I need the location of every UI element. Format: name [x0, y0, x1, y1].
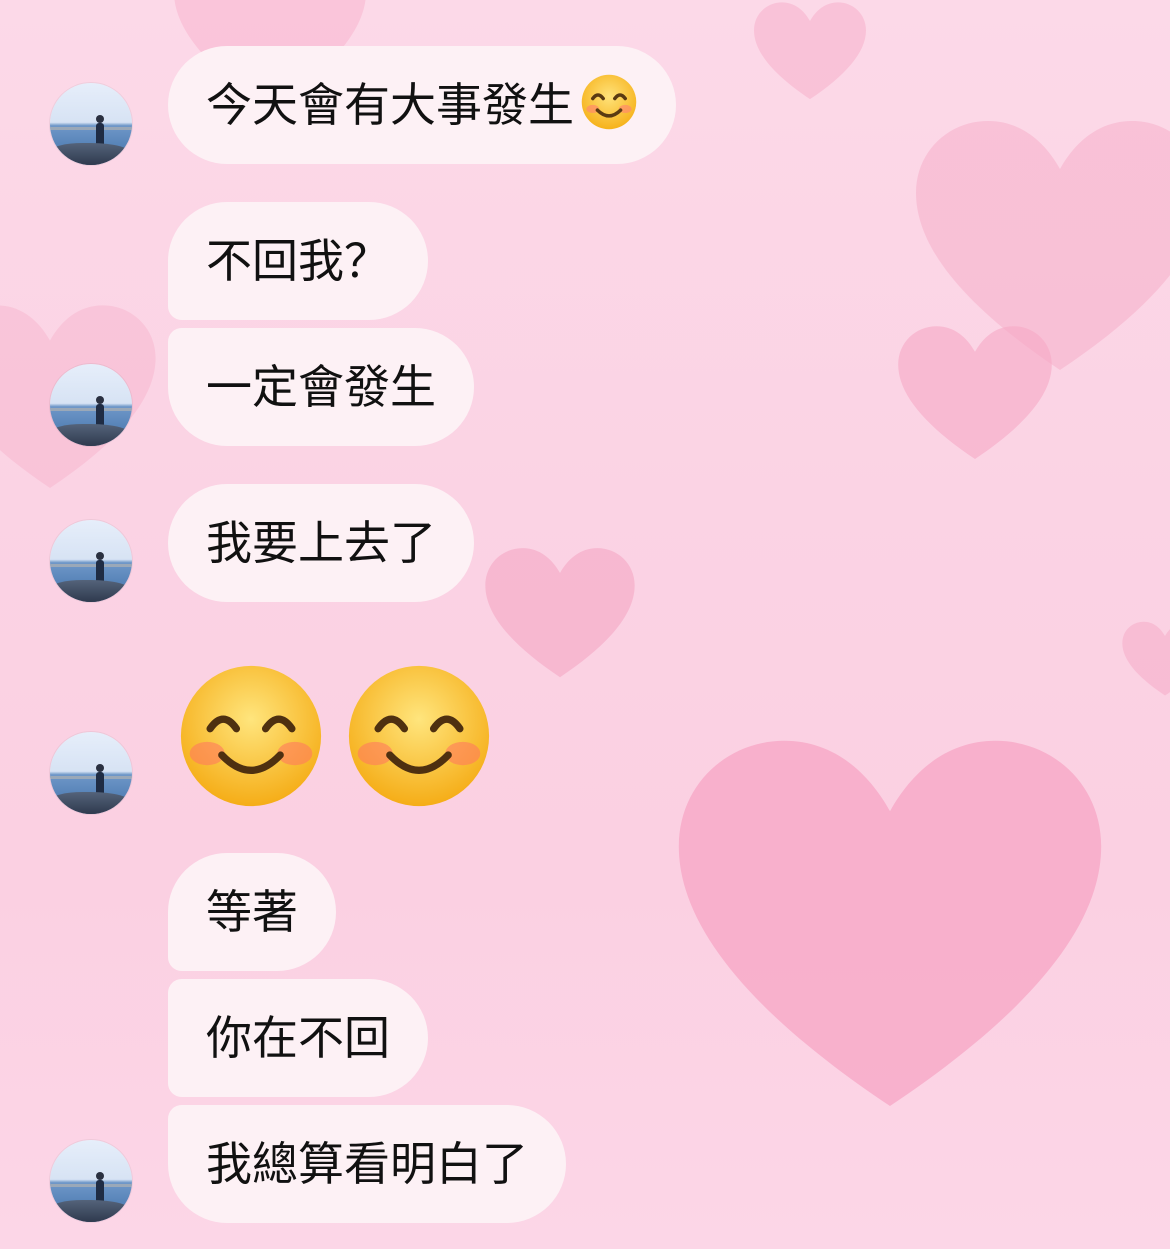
heart-decoration-icon	[750, 0, 870, 105]
avatar[interactable]	[50, 732, 132, 814]
smiling-face-emoji-icon[interactable]	[178, 663, 324, 809]
message-text: 一定會發生	[206, 360, 436, 414]
heart-decoration-icon	[1120, 620, 1170, 700]
avatar[interactable]	[50, 1140, 132, 1222]
message-bubble[interactable]: 不回我？	[168, 202, 428, 320]
message-bubble[interactable]: 你在不回	[168, 979, 428, 1097]
message-bubble[interactable]: 一定會發生	[168, 328, 474, 446]
message-text: 我要上去了	[206, 516, 436, 570]
message-bubble[interactable]: 等著	[168, 853, 336, 971]
message-text: 等著	[206, 885, 298, 939]
message-bubble[interactable]: 我要上去了	[168, 484, 474, 602]
smiling-face-emoji-icon	[580, 56, 638, 130]
heart-decoration-icon	[895, 320, 1055, 470]
message-bubble[interactable]: 今天會有大事發生	[168, 46, 676, 164]
message-text: 今天會有大事發生	[206, 78, 574, 132]
heart-decoration-icon	[670, 720, 1110, 1140]
avatar[interactable]	[50, 364, 132, 446]
avatar[interactable]	[50, 83, 132, 165]
message-text: 你在不回	[206, 1011, 390, 1065]
message-bubble[interactable]: 我總算看明白了	[168, 1105, 566, 1223]
heart-decoration-icon	[910, 110, 1170, 390]
heart-decoration-icon	[480, 545, 640, 685]
message-text: 不回我？	[206, 234, 390, 288]
message-text: 我總算看明白了	[206, 1137, 528, 1191]
smiling-face-emoji-icon[interactable]	[346, 663, 492, 809]
avatar[interactable]	[50, 520, 132, 602]
